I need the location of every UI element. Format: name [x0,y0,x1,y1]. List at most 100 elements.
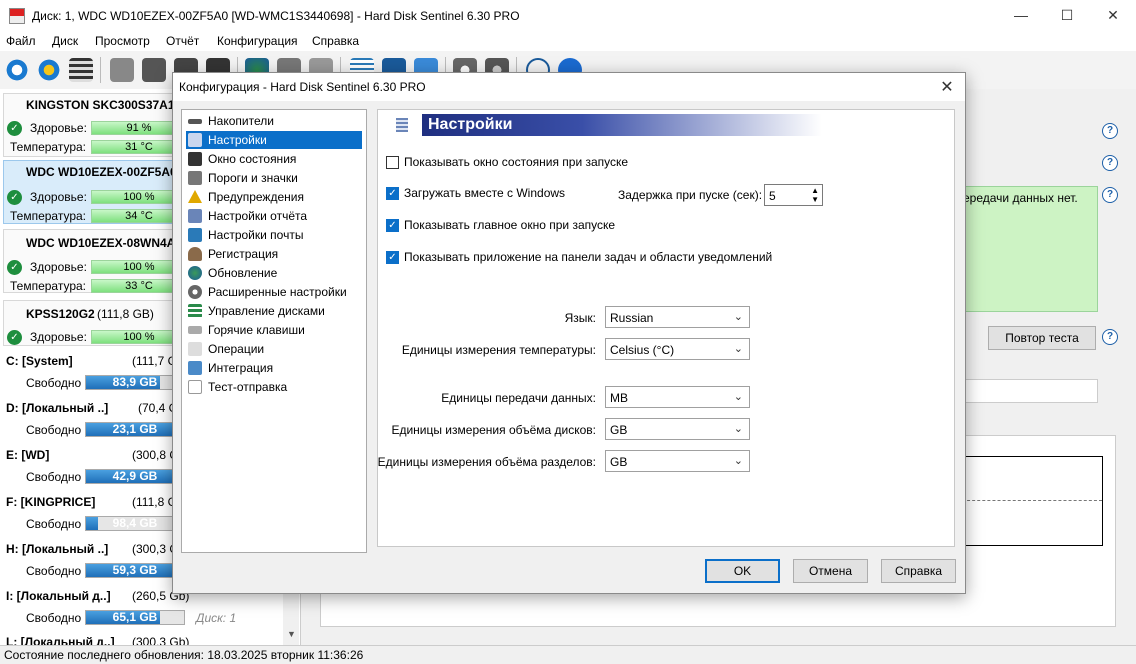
chevron-down-icon: ⌄ [733,311,743,323]
hotkeys-icon [188,326,202,334]
free-space-value: 59,3 GB [112,563,158,577]
settings-panel: Настройки Показывать окно состояния при … [377,109,955,547]
health-label: Здоровье: [30,330,87,344]
free-label: Свободно [26,564,82,578]
transfer-units-dropdown[interactable]: MB ⌄ [605,386,750,408]
disk-schedule-icon[interactable] [142,58,166,82]
integration-icon [188,361,202,375]
disk-size: (111,8 GB) [97,307,154,321]
menu-help[interactable]: Справка [312,34,359,48]
free-space-bar: 83,9 GB [85,375,185,390]
refresh-icon[interactable] [5,58,29,82]
menu-view[interactable]: Просмотр [95,34,150,48]
nav-item-warnings[interactable]: Предупреждения [186,188,362,206]
partition-title: D: [Локальный ..] [6,401,109,415]
disk-list-icon[interactable] [69,58,93,82]
nav-item-operations[interactable]: Операции [186,340,362,358]
nav-item-hotkeys[interactable]: Горячие клавиши [186,321,362,339]
free-space-value: 65,1 GB [112,610,158,624]
health-label: Здоровье: [30,190,87,204]
close-button[interactable]: ✕ [1090,0,1136,31]
health-ok-icon: ✓ [7,121,22,136]
advanced-settings-icon [188,285,202,299]
disk-management-icon [188,304,202,318]
nav-item-label: Управление дисками [208,304,325,318]
show-main-window-checkbox[interactable]: ✓ [386,219,399,232]
ok-button[interactable]: OK [705,559,780,583]
load-with-windows-label: Загружать вместе с Windows [404,186,566,200]
partition-size: (111,7 G [132,354,177,368]
nav-item-mail-settings[interactable]: Настройки почты [186,226,362,244]
dialog-close-button[interactable]: ✕ [937,77,957,97]
partition-title: F: [KINGPRICE] [6,495,96,509]
help-icon[interactable]: ? [1102,155,1118,171]
health-ok-icon: ✓ [7,260,22,275]
free-label: Свободно [26,517,82,531]
menu-disk[interactable]: Диск [52,34,78,48]
menu-bar: Файл Диск Просмотр Отчёт Конфигурация Сп… [0,31,1136,51]
load-with-windows-checkbox[interactable]: ✓ [386,187,399,200]
disk-name: KPSS120G2 [26,307,95,321]
refresh-all-icon[interactable] [37,58,61,82]
minimize-button[interactable]: — [998,0,1044,31]
spin-up-icon[interactable]: ▲ [811,186,819,195]
partition-size: (300,3 Gb) [132,635,190,645]
disk-units-value: GB [610,423,628,437]
report-settings-icon [188,209,202,223]
nav-item-label: Настройки [208,133,267,147]
temp-units-dropdown[interactable]: Celsius (°C) ⌄ [605,338,750,360]
menu-file[interactable]: Файл [6,34,36,48]
update-icon [188,266,202,280]
startup-delay-spinner[interactable]: 5 ▲ ▼ [764,184,823,206]
partition-title: H: [Локальный ..] [6,542,109,556]
operations-icon [188,342,202,356]
nav-item-label: Предупреждения [208,190,304,204]
nav-item-label: Окно состояния [208,152,297,166]
warning-icon [188,190,202,203]
nav-item-test-send[interactable]: Тест-отправка [186,378,362,396]
nav-item-report-settings[interactable]: Настройки отчёта [186,207,362,225]
disk-icon[interactable] [110,58,134,82]
nav-item-integration[interactable]: Интеграция [186,359,362,377]
nav-item-thresholds[interactable]: Пороги и значки [186,169,362,187]
mail-settings-icon [188,228,202,242]
nav-item-status-window[interactable]: Окно состояния [186,150,362,168]
nav-item-update[interactable]: Обновление [186,264,362,282]
spin-down-icon[interactable]: ▼ [811,195,819,204]
partition-units-dropdown[interactable]: GB ⌄ [605,450,750,472]
nav-item-advanced-settings[interactable]: Расширенные настройки [186,283,362,301]
menu-report[interactable]: Отчёт [166,34,199,48]
scroll-down-icon[interactable]: ▼ [287,629,296,639]
nav-item-settings[interactable]: Настройки [186,131,362,149]
free-space-bar: 42,9 GB [85,469,185,484]
nav-item-registration[interactable]: Регистрация [186,245,362,263]
chevron-down-icon: ⌄ [733,343,743,355]
nav-item-label: Регистрация [208,247,279,261]
retest-button[interactable]: Повтор теста [988,326,1096,350]
menu-configuration[interactable]: Конфигурация [217,34,298,48]
show-in-taskbar-label: Показывать приложение на панели задач и … [404,250,773,264]
cancel-button[interactable]: Отмена [793,559,868,583]
help-icon[interactable]: ? [1102,329,1118,345]
show-status-window-checkbox[interactable] [386,156,399,169]
nav-item-drives[interactable]: Накопители [186,112,362,130]
nav-item-disk-management[interactable]: Управление дисками [186,302,362,320]
nav-item-label: Настройки отчёта [208,209,308,223]
nav-item-label: Пороги и значки [208,171,298,185]
health-ok-icon: ✓ [7,190,22,205]
chart-gridline [962,500,1102,501]
help-icon[interactable]: ? [1102,123,1118,139]
app-icon [9,8,25,24]
disk-name: WDC WD10EZEX-08WN4A0 [26,236,183,250]
registration-icon [188,247,202,261]
language-dropdown[interactable]: Russian ⌄ [605,306,750,328]
help-button[interactable]: Справка [881,559,956,583]
nav-item-label: Обновление [208,266,278,280]
disk-units-dropdown[interactable]: GB ⌄ [605,418,750,440]
settings-header-title: Настройки [428,116,513,133]
help-icon[interactable]: ? [1102,187,1118,203]
partition-units-value: GB [610,455,628,469]
maximize-button[interactable]: ☐ [1044,0,1090,31]
show-in-taskbar-checkbox[interactable]: ✓ [386,251,399,264]
disk-name: WDC WD10EZEX-00ZF5A0 [26,165,177,179]
